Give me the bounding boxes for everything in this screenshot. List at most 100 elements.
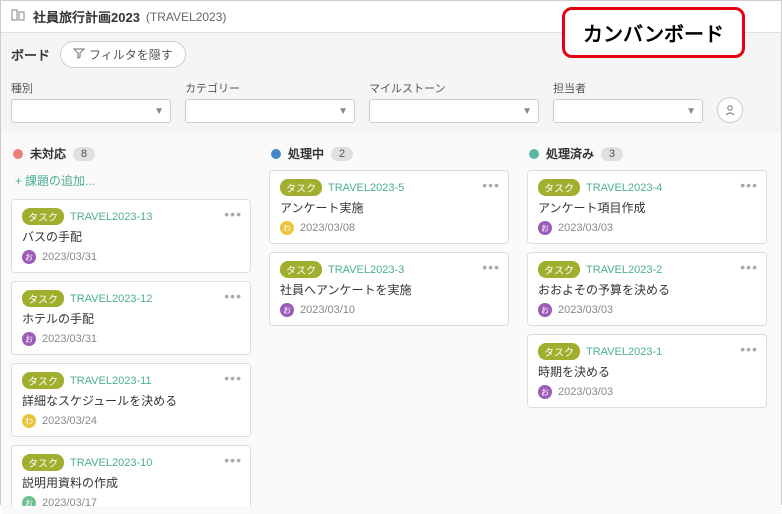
- kanban-board: 未対応 8 課題の追加... タスクTRAVEL2023-13 ••• バスの手…: [1, 133, 781, 514]
- card-date: 2023/03/31: [42, 251, 97, 263]
- status-dot-icon: [13, 149, 23, 159]
- task-badge: タスク: [22, 372, 64, 389]
- self-assign-button[interactable]: [717, 97, 743, 123]
- task-badge: タスク: [22, 454, 64, 471]
- project-title: 社員旅行計画2023: [33, 7, 140, 26]
- hide-filter-button[interactable]: フィルタを隠す: [60, 41, 186, 68]
- card-date: 2023/03/31: [42, 333, 97, 345]
- filter-button-label: フィルタを隠す: [89, 46, 173, 63]
- column-name: 未対応: [30, 145, 66, 162]
- filter-assignee-label: 担当者: [553, 80, 703, 96]
- card-menu-icon[interactable]: •••: [224, 452, 242, 468]
- card-id: TRAVEL2023-11: [70, 375, 152, 387]
- board-label: ボード: [11, 45, 50, 64]
- avatar: お: [538, 303, 552, 317]
- kanban-column-open: 未対応 8 課題の追加... タスク TRAVEL2023-13 ••• バスの手…: [11, 141, 255, 506]
- card-date: 2023/03/24: [42, 415, 97, 427]
- card-id: TRAVEL2023-13: [70, 211, 152, 223]
- card-menu-icon[interactable]: •••: [224, 206, 242, 222]
- task-badge: タスク: [22, 208, 64, 225]
- column-body: タスクTRAVEL2023-4 ••• アンケート項目作成 お2023/03/0…: [527, 170, 771, 506]
- card-menu-icon[interactable]: •••: [740, 177, 758, 193]
- task-badge: タスク: [280, 179, 322, 196]
- card-menu-icon[interactable]: •••: [224, 288, 242, 304]
- card-id: TRAVEL2023-12: [70, 293, 152, 305]
- filter-type-select[interactable]: ▼: [11, 99, 171, 123]
- avatar: わ: [22, 414, 36, 428]
- callout-annotation: カンバンボード: [562, 7, 745, 58]
- kanban-card[interactable]: タスク TRAVEL2023-11 ••• 詳細なスケジュールを決める わ 2023…: [11, 363, 251, 437]
- funnel-icon: [73, 47, 85, 62]
- kanban-column-done: 処理済み 3 タスクTRAVEL2023-4 ••• アンケート項目作成 お20…: [527, 141, 771, 506]
- avatar: わ: [280, 221, 294, 235]
- card-menu-icon[interactable]: •••: [740, 341, 758, 357]
- card-title: 時期を決める: [538, 363, 756, 380]
- column-body: 課題の追加... タスク TRAVEL2023-13 ••• バスの手配 お 202…: [11, 170, 255, 506]
- card-date: 2023/03/03: [558, 386, 613, 398]
- card-title: 社員へアンケートを実施: [280, 281, 498, 298]
- project-icon: [11, 7, 27, 26]
- card-date: 2023/03/03: [558, 304, 613, 316]
- card-title: おおよその予算を決める: [538, 281, 756, 298]
- column-count: 3: [601, 147, 623, 161]
- chevron-down-icon: ▼: [686, 106, 696, 117]
- chevron-down-icon: ▼: [522, 106, 532, 117]
- add-issue-link[interactable]: 課題の追加...: [11, 170, 251, 191]
- card-title: 詳細なスケジュールを決める: [22, 392, 240, 409]
- card-id: TRAVEL2023-10: [70, 457, 152, 469]
- card-id: TRAVEL2023-3: [328, 264, 404, 276]
- card-title: 説明用資料の作成: [22, 474, 240, 491]
- card-date: 2023/03/10: [300, 304, 355, 316]
- project-code: (TRAVEL2023): [146, 10, 226, 24]
- filter-assignee-group: 担当者 ▼: [553, 80, 703, 123]
- filter-milestone-group: マイルストーン ▼: [369, 80, 539, 123]
- avatar: お: [538, 385, 552, 399]
- column-count: 8: [73, 147, 95, 161]
- column-name: 処理済み: [546, 145, 594, 162]
- card-id: TRAVEL2023-2: [586, 264, 662, 276]
- column-header: 未対応 8: [11, 141, 255, 170]
- kanban-card[interactable]: タスクTRAVEL2023-10 ••• 説明用資料の作成 お2023/03/1…: [11, 445, 251, 506]
- chevron-down-icon: ▼: [338, 106, 348, 117]
- filter-type-label: 種別: [11, 80, 171, 96]
- status-dot-icon: [271, 149, 281, 159]
- column-body: タスクTRAVEL2023-5 ••• アンケート実施 わ2023/03/08 …: [269, 170, 513, 506]
- card-menu-icon[interactable]: •••: [482, 177, 500, 193]
- filter-category-label: カテゴリー: [185, 80, 355, 96]
- filter-category-group: カテゴリー ▼: [185, 80, 355, 123]
- card-menu-icon[interactable]: •••: [224, 370, 242, 386]
- card-date: 2023/03/03: [558, 222, 613, 234]
- filter-category-select[interactable]: ▼: [185, 99, 355, 123]
- card-title: ホテルの手配: [22, 310, 240, 327]
- status-dot-icon: [529, 149, 539, 159]
- card-menu-icon[interactable]: •••: [740, 259, 758, 275]
- person-icon: [723, 103, 737, 117]
- card-menu-icon[interactable]: •••: [482, 259, 500, 275]
- task-badge: タスク: [280, 261, 322, 278]
- card-title: バスの手配: [22, 228, 240, 245]
- kanban-card[interactable]: タスクTRAVEL2023-5 ••• アンケート実施 わ2023/03/08: [269, 170, 509, 244]
- kanban-card[interactable]: タスクTRAVEL2023-12 ••• ホテルの手配 お2023/03/31: [11, 281, 251, 355]
- kanban-card[interactable]: タスク TRAVEL2023-2 ••• おおよその予算を決める お 2023/03…: [527, 252, 767, 326]
- task-badge: タスク: [538, 343, 580, 360]
- kanban-card[interactable]: タスク TRAVEL2023-3 ••• 社員へアンケートを実施 お 2023/03…: [269, 252, 509, 326]
- filter-assignee-select[interactable]: ▼: [553, 99, 703, 123]
- filters-row: 種別 ▼ カテゴリー ▼ マイルストーン ▼ 担当者 ▼: [1, 76, 781, 133]
- card-title: アンケート実施: [280, 199, 498, 216]
- kanban-card[interactable]: タスクTRAVEL2023-4 ••• アンケート項目作成 お2023/03/0…: [527, 170, 767, 244]
- kanban-card[interactable]: タスクTRAVEL2023-13 ••• バスの手配 お2023/03/31: [11, 199, 251, 273]
- avatar: お: [280, 303, 294, 317]
- task-badge: タスク: [538, 261, 580, 278]
- column-name: 処理中: [288, 145, 324, 162]
- column-header: 処理済み 3: [527, 141, 771, 170]
- card-id: TRAVEL2023-1: [586, 346, 662, 358]
- card-id: TRAVEL2023-5: [328, 182, 404, 194]
- kanban-card[interactable]: タスク TRAVEL2023-1 ••• 時期を決める お 2023/03/03: [527, 334, 767, 408]
- filter-type-group: 種別 ▼: [11, 80, 171, 123]
- avatar: お: [22, 332, 36, 346]
- kanban-column-progress: 処理中 2 タスク TRAVEL2023-5 ••• アンケート実施 わ 2023/…: [269, 141, 513, 506]
- column-count: 2: [331, 147, 353, 161]
- chevron-down-icon: ▼: [154, 106, 164, 117]
- filter-milestone-select[interactable]: ▼: [369, 99, 539, 123]
- card-title: アンケート項目作成: [538, 199, 756, 216]
